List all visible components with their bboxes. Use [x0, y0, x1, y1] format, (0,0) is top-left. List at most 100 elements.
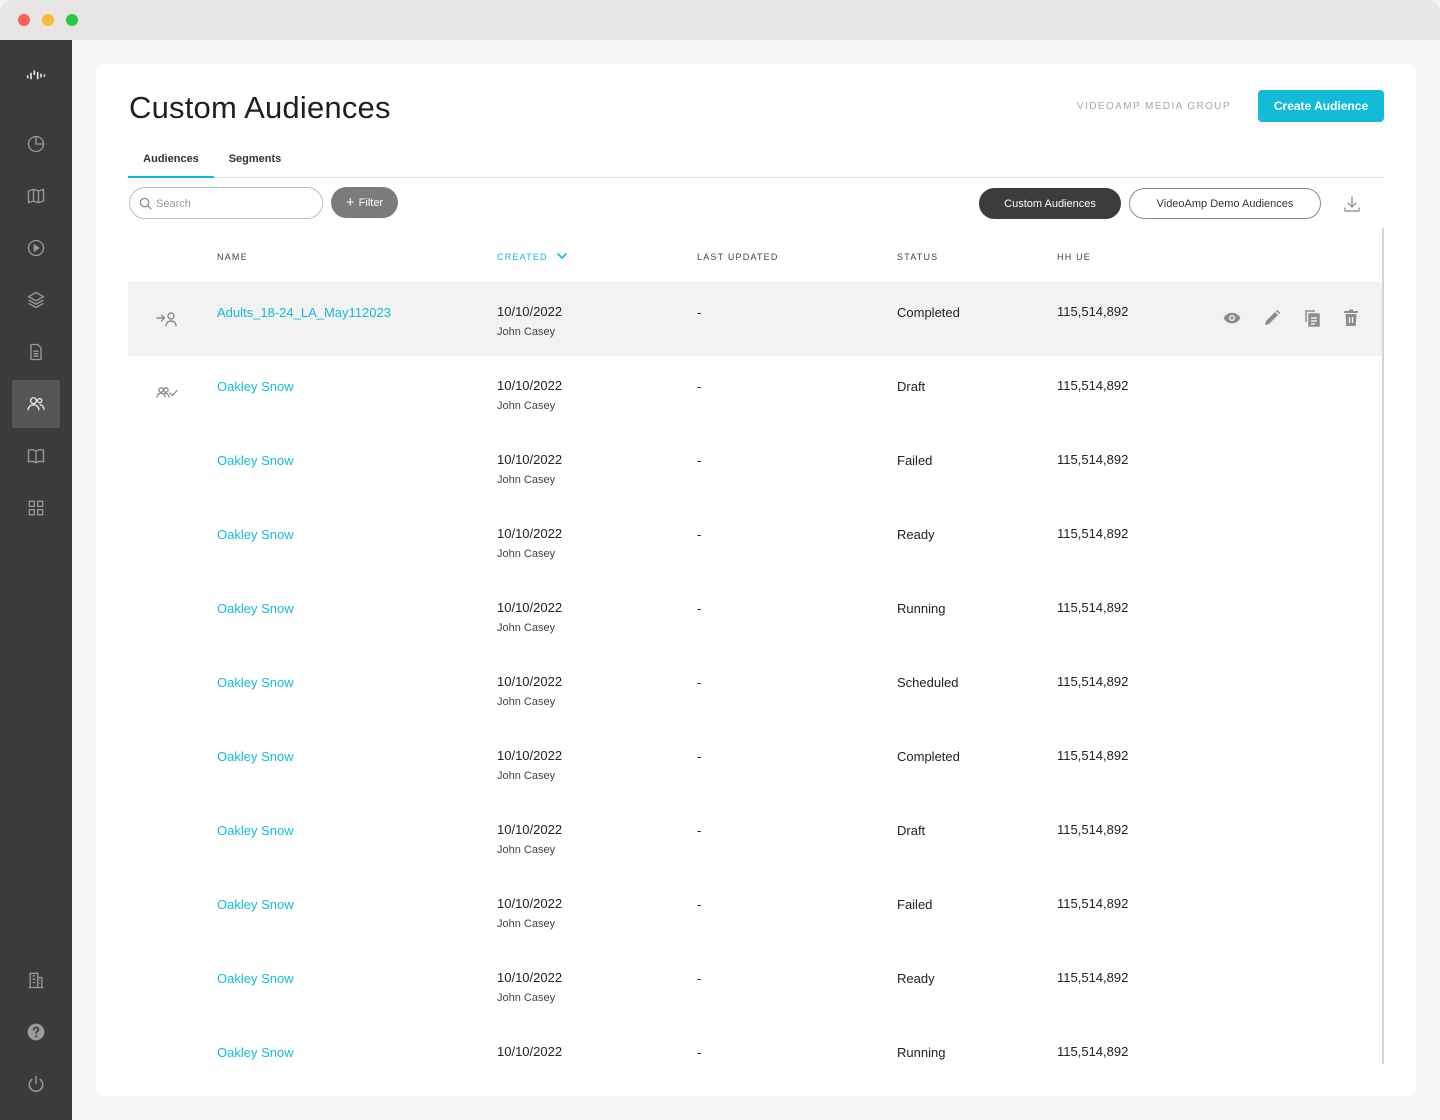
custom-audiences-toggle[interactable]: Custom Audiences: [979, 188, 1121, 219]
view-button[interactable]: [1222, 308, 1242, 328]
edit-button[interactable]: [1262, 308, 1282, 328]
table-row[interactable]: Oakley Snow 10/10/2022 John Casey - Runn…: [128, 578, 1382, 652]
maximize-window-button[interactable]: [66, 14, 78, 26]
duplicate-button[interactable]: [1302, 308, 1322, 328]
map-icon[interactable]: [12, 172, 60, 220]
created-by: John Casey: [497, 992, 556, 1004]
audience-name-link[interactable]: Oakley Snow: [217, 527, 294, 542]
filter-button[interactable]: + Filter: [331, 187, 398, 218]
tab-segments[interactable]: Segments: [214, 142, 296, 178]
column-header-hh-ue[interactable]: HH UE: [1057, 252, 1091, 262]
tab-bar: Audiences Segments: [128, 142, 1384, 178]
create-audience-button[interactable]: Create Audience: [1258, 90, 1384, 122]
last-updated: -: [697, 749, 702, 764]
document-icon[interactable]: [12, 328, 60, 376]
grid-icon[interactable]: [12, 484, 60, 532]
audience-name-link[interactable]: Oakley Snow: [217, 379, 294, 394]
created-date: 10/10/2022: [497, 674, 563, 689]
waveform-logo-icon[interactable]: [12, 52, 60, 100]
window-titlebar: [0, 0, 1440, 40]
created-date: 10/10/2022: [497, 748, 563, 763]
search-input[interactable]: [156, 194, 316, 214]
hh-ue-value: 115,514,892: [1057, 674, 1129, 689]
help-icon[interactable]: [12, 1008, 60, 1056]
created-date: 10/10/2022: [497, 600, 563, 615]
play-circle-icon[interactable]: [12, 224, 60, 272]
users-icon[interactable]: [12, 380, 60, 428]
hh-ue-value: 115,514,892: [1057, 822, 1129, 837]
tab-audiences[interactable]: Audiences: [128, 142, 214, 178]
status-text: Completed: [897, 305, 960, 320]
search-box: [129, 187, 323, 219]
last-updated: -: [697, 897, 702, 912]
pie-chart-icon[interactable]: [12, 120, 60, 168]
last-updated: -: [697, 527, 702, 542]
demo-audiences-toggle[interactable]: VideoAmp Demo Audiences: [1129, 188, 1321, 219]
audience-name-link[interactable]: Oakley Snow: [217, 897, 294, 912]
delete-button[interactable]: [1341, 308, 1361, 328]
column-header-status[interactable]: STATUS: [897, 252, 938, 262]
table-row[interactable]: Oakley Snow 10/10/2022 John Casey - Fail…: [128, 430, 1382, 504]
copy-icon: [1305, 310, 1320, 327]
status-text: Failed: [897, 453, 933, 468]
audience-name-link[interactable]: Oakley Snow: [217, 823, 294, 838]
minimize-window-button[interactable]: [42, 14, 54, 26]
download-icon[interactable]: [1342, 194, 1362, 214]
main-card: Custom Audiences VIDEOAMP MEDIA GROUP Cr…: [96, 64, 1416, 1096]
table-row[interactable]: Oakley Snow 10/10/2022 John Casey - Sche…: [128, 652, 1382, 726]
column-header-created-label: CREATED: [497, 252, 548, 262]
last-updated: -: [697, 305, 702, 320]
column-header-last-updated[interactable]: LAST UPDATED: [697, 252, 779, 262]
created-by: John Casey: [497, 474, 556, 486]
created-by: John Casey: [497, 548, 556, 560]
table-row[interactable]: Oakley Snow 10/10/2022 John Casey - Read…: [128, 504, 1382, 578]
audience-name-link[interactable]: Oakley Snow: [217, 971, 294, 986]
close-window-button[interactable]: [18, 14, 30, 26]
created-date: 10/10/2022: [497, 896, 563, 911]
column-header-name[interactable]: NAME: [217, 252, 248, 262]
status-text: Ready: [897, 527, 935, 542]
last-updated: -: [697, 823, 702, 838]
search-icon: [139, 197, 152, 210]
audience-name-link[interactable]: Oakley Snow: [217, 675, 294, 690]
created-by: John Casey: [497, 918, 556, 930]
status-text: Draft: [897, 823, 926, 838]
filter-label: Filter: [358, 197, 384, 209]
created-date: 10/10/2022: [497, 304, 563, 319]
table-row[interactable]: Oakley Snow 10/10/2022 - Running 115,514…: [128, 1022, 1382, 1096]
organization-label: VIDEOAMP MEDIA GROUP: [1077, 101, 1231, 112]
created-by: John Casey: [497, 696, 556, 708]
status-text: Running: [897, 1045, 946, 1060]
created-date: 10/10/2022: [497, 452, 563, 467]
hh-ue-value: 115,514,892: [1057, 526, 1129, 541]
status-text: Ready: [897, 971, 935, 986]
created-date: 10/10/2022: [497, 1044, 563, 1059]
power-icon[interactable]: [12, 1060, 60, 1108]
last-updated: -: [697, 379, 702, 394]
table-row[interactable]: Oakley Snow 10/10/2022 John Casey - Draf…: [128, 356, 1382, 430]
table-row[interactable]: Oakley Snow 10/10/2022 John Casey - Draf…: [128, 800, 1382, 874]
last-updated: -: [697, 1045, 702, 1060]
audience-name-link[interactable]: Oakley Snow: [217, 601, 294, 616]
hh-ue-value: 115,514,892: [1057, 1044, 1129, 1059]
column-header-created[interactable]: CREATED: [497, 252, 567, 262]
table-row[interactable]: Oakley Snow 10/10/2022 John Casey - Fail…: [128, 874, 1382, 948]
audience-name-link[interactable]: Adults_18-24_LA_May112023: [217, 305, 391, 320]
last-updated: -: [697, 675, 702, 690]
table-scrollbar[interactable]: [1382, 228, 1384, 1064]
created-date: 10/10/2022: [497, 970, 563, 985]
chevron-down-icon: [556, 253, 567, 259]
created-date: 10/10/2022: [497, 822, 563, 837]
audience-name-link[interactable]: Oakley Snow: [217, 1045, 294, 1060]
status-text: Draft: [897, 379, 926, 394]
audience-name-link[interactable]: Oakley Snow: [217, 453, 294, 468]
audience-name-link[interactable]: Oakley Snow: [217, 749, 294, 764]
table-row[interactable]: Oakley Snow 10/10/2022 John Casey - Read…: [128, 948, 1382, 1022]
created-date: 10/10/2022: [497, 378, 563, 393]
table-row[interactable]: Adults_18-24_LA_May112023 10/10/2022 Joh…: [128, 282, 1382, 356]
building-icon[interactable]: [12, 956, 60, 1004]
book-icon[interactable]: [12, 432, 60, 480]
table-row[interactable]: Oakley Snow 10/10/2022 John Casey - Comp…: [128, 726, 1382, 800]
hh-ue-value: 115,514,892: [1057, 378, 1129, 393]
layers-icon[interactable]: [12, 276, 60, 324]
